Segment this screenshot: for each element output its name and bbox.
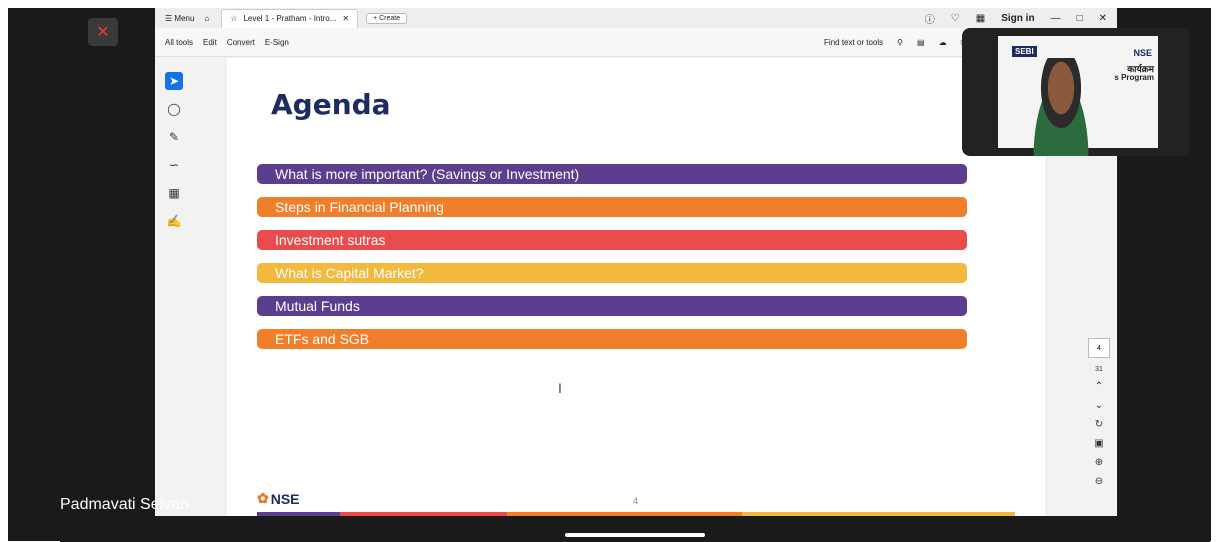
- title-bar: ☰ Menu ⌂ ☆ Level 1 - Pratham - Intro... …: [155, 8, 1117, 28]
- home-icon[interactable]: ⌂: [204, 14, 209, 23]
- bottom-bar: [60, 518, 1210, 542]
- nse-logo-text: NSE: [270, 490, 300, 507]
- lasso-icon[interactable]: ∽: [165, 156, 183, 174]
- search-icon[interactable]: ⚲: [897, 38, 903, 47]
- menu-button[interactable]: ☰ Menu: [165, 14, 194, 23]
- participant-name: Padmavati Selvan: [60, 496, 189, 513]
- apps-icon[interactable]: ▦: [976, 13, 985, 24]
- agenda-item-4: What is Capital Market?: [257, 263, 967, 283]
- webcam-text-line2: s Program: [1114, 73, 1154, 82]
- right-toolbar: 4 31 ⌃ ⌄ ↻ ▣ ⊕ ⊖: [1085, 338, 1113, 487]
- page-down-icon[interactable]: ⌄: [1095, 400, 1103, 411]
- pdf-page: Agenda What is more important? (Savings …: [227, 58, 1045, 516]
- footer-stripe: [257, 512, 1015, 516]
- total-pages: 31: [1095, 366, 1103, 373]
- menu-convert[interactable]: Convert: [227, 38, 255, 47]
- comment-icon[interactable]: ◯: [165, 100, 183, 118]
- presenter-video: [1026, 58, 1096, 156]
- zoom-out-icon[interactable]: ⊖: [1095, 476, 1103, 487]
- agenda-item-3: Investment sutras: [257, 230, 967, 250]
- left-toolbar: ➤ ◯ ✎ ∽ ▦ ✍: [161, 64, 187, 516]
- agenda-item-1: What is more important? (Savings or Inve…: [257, 164, 967, 184]
- upload-cloud-icon[interactable]: ☁: [939, 38, 947, 47]
- page-fit-icon[interactable]: ▣: [1094, 438, 1103, 449]
- select-cursor-icon[interactable]: ➤: [165, 72, 183, 90]
- slide-page-number: 4: [633, 496, 639, 506]
- minimize-icon[interactable]: —: [1051, 13, 1061, 24]
- text-box-icon[interactable]: ▦: [165, 184, 183, 202]
- page-up-icon[interactable]: ⌃: [1095, 381, 1103, 392]
- menu-edit[interactable]: Edit: [203, 38, 217, 47]
- pen-icon[interactable]: ✎: [165, 128, 183, 146]
- bell-icon[interactable]: ♡: [951, 13, 960, 24]
- slide-title: Agenda: [271, 88, 391, 121]
- stamp-icon[interactable]: ✍: [165, 212, 183, 230]
- tab-title: Level 1 - Pratham - Intro...: [243, 14, 337, 23]
- sign-in-button[interactable]: Sign in: [1001, 13, 1034, 24]
- menu-all-tools[interactable]: All tools: [165, 38, 193, 47]
- nse-logo: ✿ NSE: [257, 490, 300, 507]
- nse-mark-icon: ✿: [257, 490, 269, 506]
- mic-muted-icon[interactable]: ✕: [88, 18, 118, 46]
- menu-label: Menu: [174, 13, 195, 23]
- close-window-icon[interactable]: ✕: [1099, 13, 1107, 24]
- refresh-icon[interactable]: ↻: [1095, 419, 1103, 430]
- close-tab-icon[interactable]: ✕: [342, 14, 349, 23]
- zoom-in-icon[interactable]: ⊕: [1095, 457, 1103, 468]
- webcam-feed: SEBI NSE कार्यक्रम s Program: [962, 28, 1190, 156]
- create-button[interactable]: + Create: [366, 12, 408, 24]
- help-icon[interactable]: ⓘ: [925, 11, 935, 26]
- webcam-nse-logo: NSE: [1133, 48, 1152, 58]
- create-label: Create: [379, 14, 401, 22]
- star-icon[interactable]: ☆: [230, 14, 237, 23]
- sebi-logo: SEBI: [1012, 46, 1037, 57]
- page-number-input[interactable]: 4: [1088, 338, 1110, 358]
- agenda-item-5: Mutual Funds: [257, 296, 967, 316]
- home-indicator[interactable]: [565, 533, 705, 537]
- agenda-item-2: Steps in Financial Planning: [257, 197, 967, 217]
- plus-icon: +: [373, 14, 378, 22]
- save-icon[interactable]: ▤: [917, 38, 925, 47]
- hamburger-icon: ☰: [165, 13, 173, 23]
- document-tab[interactable]: ☆ Level 1 - Pratham - Intro... ✕: [221, 8, 359, 28]
- menu-e-sign[interactable]: E-Sign: [265, 38, 289, 47]
- text-cursor-icon: I: [558, 380, 562, 396]
- find-tools-label[interactable]: Find text or tools: [824, 38, 883, 47]
- maximize-icon[interactable]: □: [1077, 13, 1083, 24]
- agenda-item-6: ETFs and SGB: [257, 329, 967, 349]
